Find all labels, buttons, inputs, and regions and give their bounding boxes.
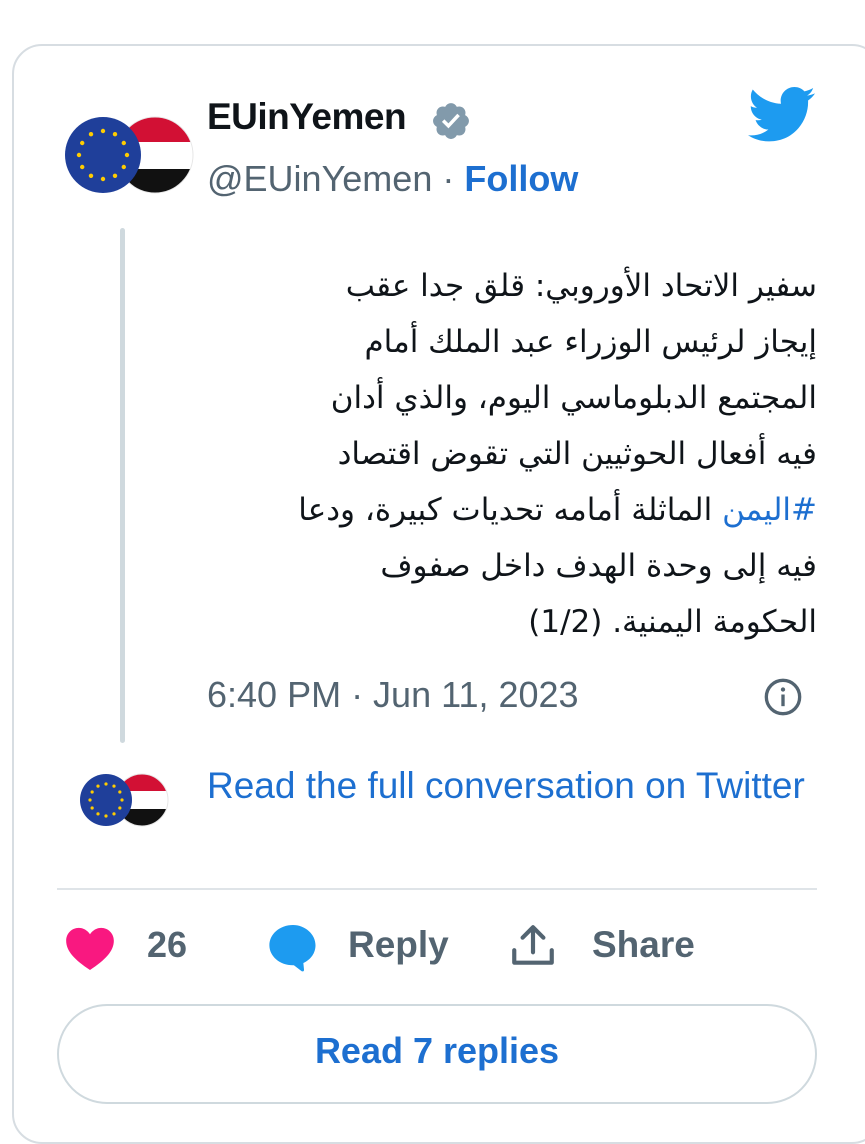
eu-star-icon <box>121 140 126 146</box>
read-replies-button[interactable]: Read 7 replies <box>57 1004 817 1104</box>
heart-icon[interactable] <box>64 923 116 971</box>
tweet-line: فيه إلى وحدة الهدف داخل صفوف <box>380 548 817 584</box>
reply-bubble-icon[interactable] <box>265 920 321 974</box>
eu-star-icon <box>104 814 108 818</box>
eu-star-icon <box>124 152 130 158</box>
tweet-line: الماثلة أمامه تحديات كبيرة، ودعا <box>298 492 723 528</box>
eu-star-icon <box>88 798 92 802</box>
share-upload-icon[interactable] <box>508 920 558 972</box>
handle[interactable]: @EUinYemen <box>207 158 432 199</box>
eu-star-icon <box>100 176 106 182</box>
eu-star-icon <box>104 782 108 786</box>
display-name[interactable]: EUinYemen <box>207 96 407 138</box>
tweet-line: إيجاز لرئيس الوزراء عبد الملك أمام <box>364 324 817 360</box>
eu-star-icon <box>112 132 118 137</box>
follow-link[interactable]: Follow <box>464 158 578 199</box>
avatar[interactable] <box>55 100 200 210</box>
eu-star-icon <box>112 812 116 816</box>
eu-star-icon <box>80 140 85 146</box>
thread-line <box>120 228 125 743</box>
tweet-line: الحكومة اليمنية. (1/2) <box>528 604 817 640</box>
eu-star-icon <box>100 128 106 134</box>
eu-star-icon <box>112 173 118 178</box>
reply-button[interactable]: Reply <box>348 924 449 966</box>
read-full-conversation-link[interactable]: Read the full conversation on Twitter <box>207 757 807 815</box>
verified-badge-icon <box>433 103 469 139</box>
eu-star-icon <box>88 132 94 137</box>
tweet-timestamp[interactable]: 6:40 PM · Jun 11, 2023 <box>207 674 579 716</box>
twitter-bird-icon[interactable] <box>748 86 816 144</box>
tweet-line: المجتمع الدبلوماسي اليوم، والذي أدان <box>330 380 817 416</box>
info-icon[interactable] <box>763 677 803 717</box>
eu-star-icon <box>121 164 126 170</box>
tweet-text: سفير الاتحاد الأوروبي: قلق جدا عقب إيجاز… <box>197 258 817 650</box>
like-count: 26 <box>147 924 188 965</box>
avatar-small <box>80 773 169 827</box>
eu-star-icon <box>118 790 122 794</box>
separator: · <box>432 158 465 199</box>
divider <box>57 888 817 890</box>
eu-star-icon <box>80 164 85 170</box>
eu-star-icon <box>96 784 100 788</box>
tweet-line: فيه أفعال الحوثيين التي تقوض اقتصاد <box>337 436 817 472</box>
eu-star-icon <box>76 152 82 158</box>
eu-star-icon <box>96 812 100 816</box>
eu-star-icon <box>112 784 116 788</box>
hashtag-link[interactable]: #اليمن <box>722 492 817 528</box>
eu-star-icon <box>90 806 94 810</box>
eu-star-icon <box>88 173 94 178</box>
eu-star-icon <box>118 806 122 810</box>
share-button[interactable]: Share <box>592 924 695 966</box>
eu-star-icon <box>90 790 94 794</box>
eu-star-icon <box>120 798 124 802</box>
handle-row: @EUinYemen · Follow <box>207 158 578 200</box>
tweet-line: سفير الاتحاد الأوروبي: قلق جدا عقب <box>345 268 817 304</box>
